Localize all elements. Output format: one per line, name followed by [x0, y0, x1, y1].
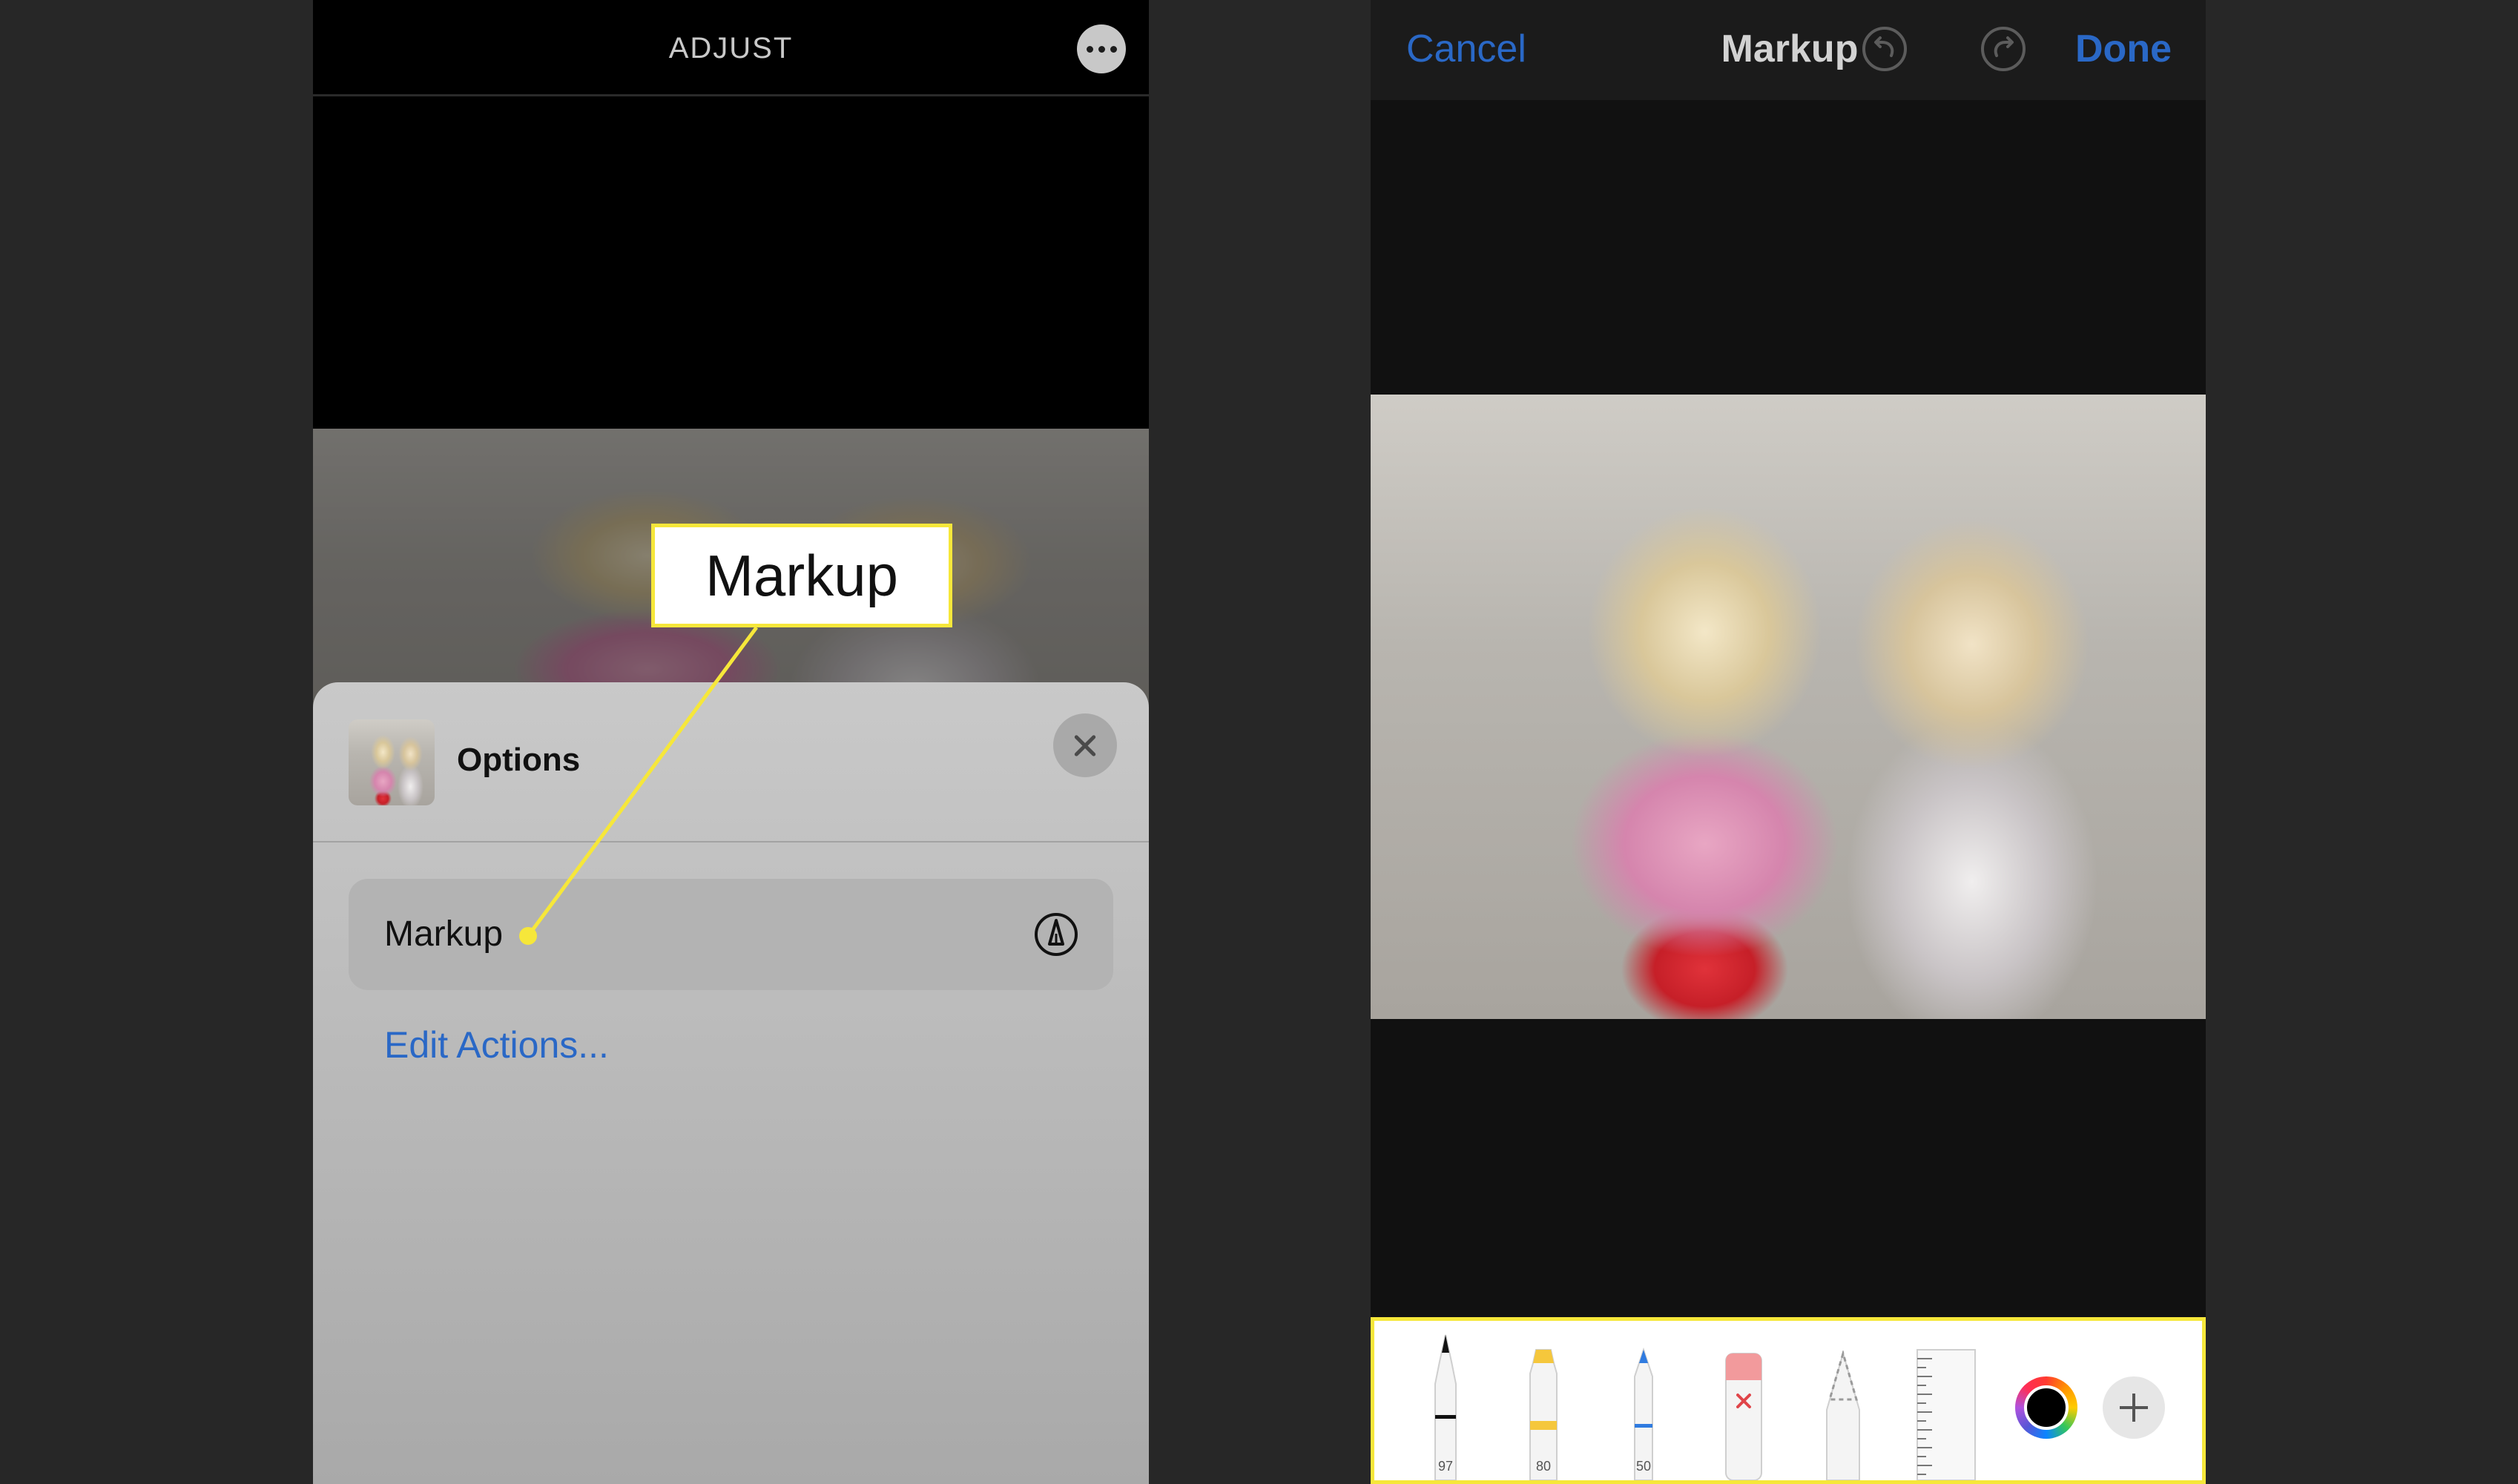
done-button[interactable]: Done — [2075, 0, 2172, 98]
ruler-tool[interactable] — [1913, 1347, 1980, 1481]
options-sheet: Options Markup Edit Actions... — [313, 682, 1149, 1484]
redo-icon[interactable] — [1980, 26, 2026, 72]
highlighter-tool[interactable]: 80 — [1520, 1347, 1567, 1481]
eraser-icon — [1725, 1353, 1762, 1481]
lasso-icon — [1826, 1349, 1860, 1481]
close-button[interactable] — [1053, 713, 1117, 777]
markup-canvas-photo[interactable] — [1371, 395, 2206, 1019]
sheet-title: Options — [457, 742, 581, 778]
header-title: ADJUST — [668, 32, 794, 65]
ruler-icon — [1916, 1349, 1976, 1481]
photo-thumbnail — [349, 719, 435, 805]
top-bar: ADJUST — [313, 0, 1149, 96]
pencil-tool[interactable]: 50 — [1621, 1347, 1666, 1481]
add-plus-icon[interactable] — [2103, 1376, 2165, 1439]
lasso-tool[interactable] — [1819, 1349, 1867, 1481]
markup-option-row[interactable]: Markup — [349, 879, 1113, 990]
divider — [313, 841, 1149, 842]
undo-icon[interactable] — [1862, 26, 1908, 72]
pen-icon — [1434, 1334, 1457, 1481]
highlighter-size-label: 80 — [1535, 1459, 1552, 1474]
markup-pen-icon — [1035, 913, 1078, 956]
right-phone-screen: Cancel Markup Done — [1371, 0, 2206, 1484]
color-picker-button[interactable] — [2015, 1376, 2077, 1439]
edit-actions-link[interactable]: Edit Actions... — [384, 1023, 609, 1066]
pen-size-label: 97 — [1437, 1459, 1454, 1474]
markup-callout: Markup — [651, 524, 952, 627]
pen-tool[interactable]: 97 — [1423, 1332, 1468, 1481]
more-icon-dot — [1110, 45, 1117, 53]
left-phone-screen: ADJUST Options Markup Edit Actions... — [313, 0, 1149, 1484]
markup-option-label: Markup — [384, 914, 504, 954]
cancel-button[interactable]: Cancel — [1406, 0, 1526, 98]
markup-tool-palette: 97 80 50 — [1371, 1317, 2206, 1484]
more-icon-dot — [1098, 45, 1105, 53]
pencil-size-label: 50 — [1635, 1459, 1652, 1474]
eraser-tool[interactable] — [1720, 1351, 1767, 1481]
more-options-button[interactable] — [1077, 24, 1126, 73]
markup-nav-bar: Cancel Markup Done — [1371, 0, 2206, 100]
more-icon-dot — [1086, 45, 1093, 53]
